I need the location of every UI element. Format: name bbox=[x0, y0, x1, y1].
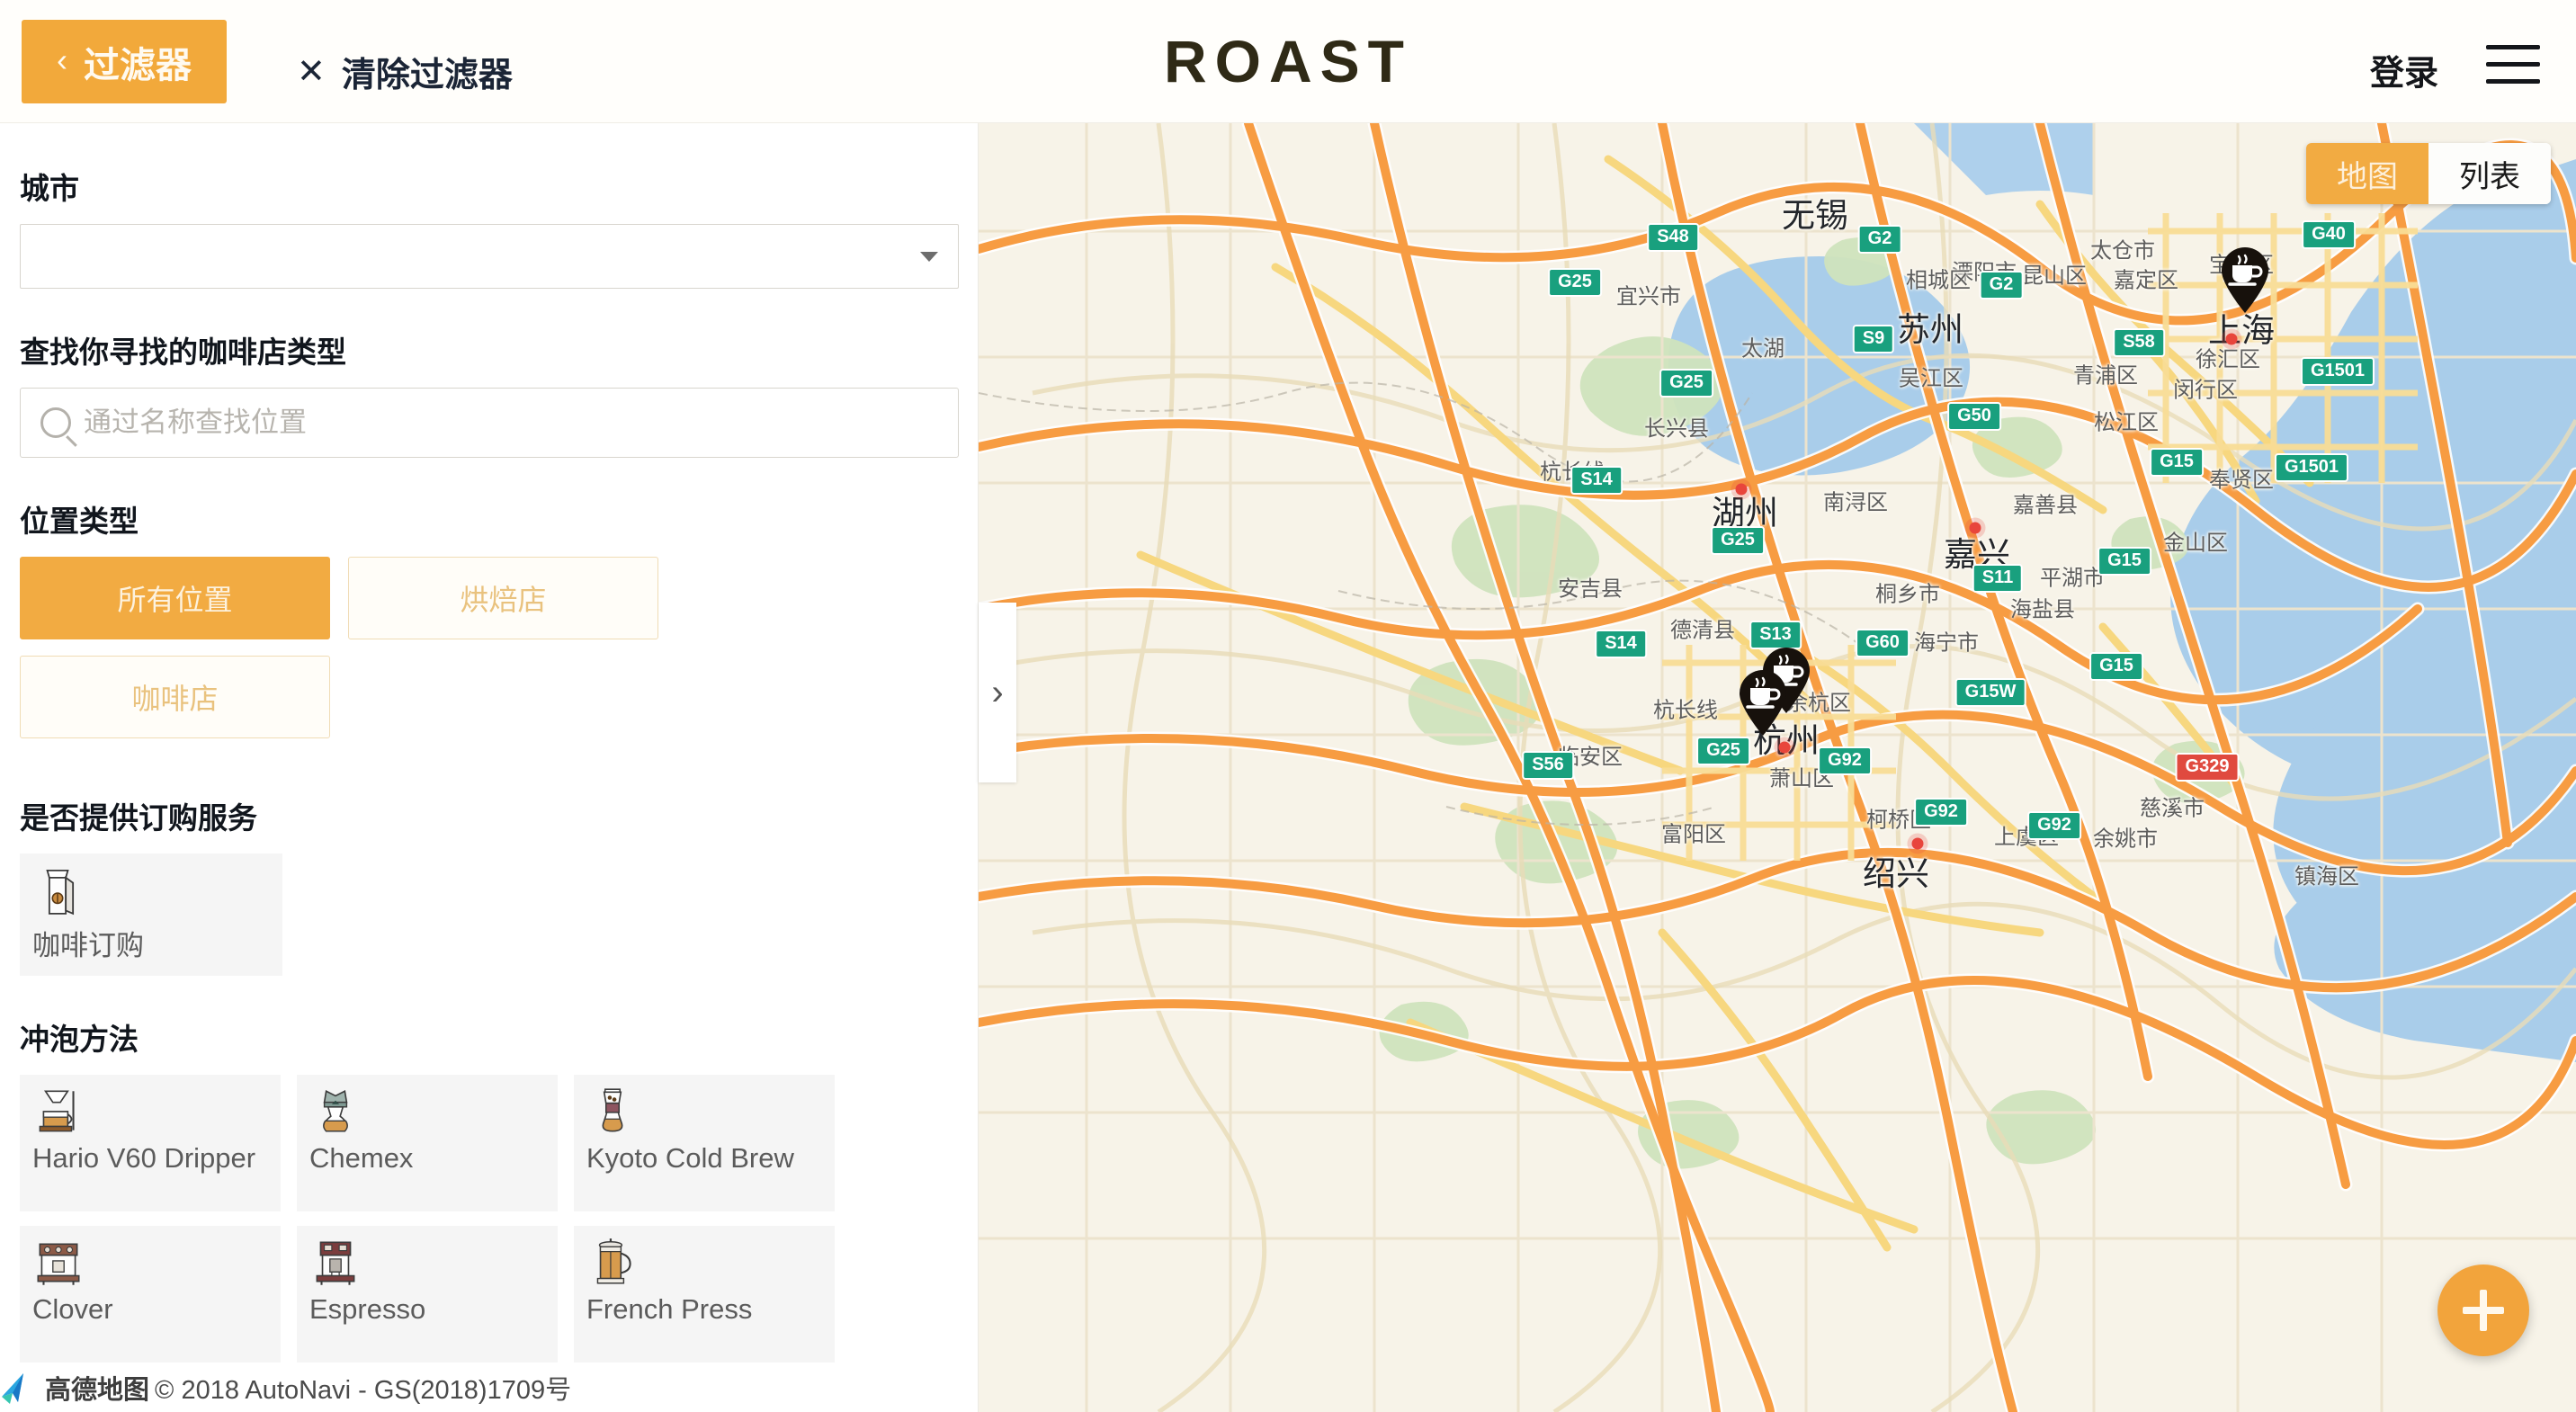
brew-method-label: Chemex bbox=[309, 1141, 414, 1174]
tab-list[interactable]: 列表 bbox=[2428, 143, 2551, 204]
tab-map-label: 地图 bbox=[2337, 159, 2398, 194]
filters-sidebar: 城市 查找你寻找的咖啡店类型 位置类型 所有位置 烘焙店 咖啡店 是否提供订购服… bbox=[0, 123, 979, 1412]
brew-method-kyoto-cold-brew[interactable]: Kyoto Cold Brew bbox=[574, 1074, 835, 1211]
map-marker-coffee[interactable] bbox=[2218, 246, 2272, 314]
search-field-wrapper[interactable] bbox=[20, 388, 959, 458]
subscription-option-coffee[interactable]: 咖啡订购 bbox=[20, 853, 282, 976]
location-type-cafe[interactable]: 咖啡店 bbox=[20, 656, 330, 738]
location-type-roastery-label: 烘焙店 bbox=[460, 584, 547, 616]
brew-method-label: Hario V60 Dripper bbox=[32, 1141, 256, 1174]
chevron-down-icon bbox=[920, 252, 938, 262]
location-type-group: 所有位置 烘焙店 咖啡店 bbox=[20, 557, 959, 755]
espresso-machine-icon bbox=[316, 1241, 355, 1285]
city-select[interactable] bbox=[20, 224, 959, 289]
brand-logo: ROAST bbox=[1164, 28, 1412, 94]
search-icon bbox=[40, 407, 71, 438]
coffee-cup-pin-icon bbox=[2222, 247, 2268, 313]
search-input[interactable] bbox=[84, 407, 893, 439]
brew-methods-label: 冲泡方法 bbox=[20, 1022, 139, 1056]
location-type-roastery[interactable]: 烘焙店 bbox=[348, 557, 658, 639]
login-link[interactable]: 登录 bbox=[2370, 45, 2438, 94]
location-type-all[interactable]: 所有位置 bbox=[20, 557, 330, 639]
subscription-label: 是否提供订购服务 bbox=[20, 801, 257, 835]
map-marker-coffee[interactable] bbox=[1736, 668, 1790, 737]
location-type-all-label: 所有位置 bbox=[117, 584, 233, 616]
french-press-icon bbox=[596, 1238, 631, 1284]
sidebar-expand-handle[interactable]: › bbox=[979, 603, 1016, 782]
map-canvas bbox=[979, 123, 2576, 1412]
map-attribution-brand: 高德地图 bbox=[45, 1376, 150, 1405]
map-view[interactable]: 无锡溧阳市宜兴市相城区昆山区嘉定区宝山区太仓市苏州太湖吴江区青浦区闵行区徐汇区上… bbox=[979, 123, 2576, 1412]
cold-brew-tower-icon bbox=[602, 1088, 623, 1132]
hamburger-bar bbox=[2486, 62, 2540, 67]
map-attribution: 高德地图 © 2018 AutoNavi - GS(2018)1709号 bbox=[0, 1369, 571, 1407]
clover-brewer-icon bbox=[37, 1243, 80, 1285]
v60-dripper-icon bbox=[39, 1090, 75, 1132]
chevron-right-icon: › bbox=[991, 673, 1004, 712]
brew-method-clover[interactable]: Clover bbox=[20, 1225, 281, 1363]
map-attribution-text: © 2018 AutoNavi - GS(2018)1709号 bbox=[155, 1376, 572, 1405]
hamburger-menu-icon[interactable] bbox=[2486, 45, 2540, 85]
city-label: 城市 bbox=[20, 172, 79, 205]
add-location-button[interactable] bbox=[2437, 1265, 2529, 1356]
location-type-label: 位置类型 bbox=[20, 505, 139, 538]
coffee-cup-pin-icon bbox=[1740, 670, 1786, 736]
brew-method-chemex[interactable]: Chemex bbox=[297, 1074, 558, 1211]
subscription-option-label: 咖啡订购 bbox=[32, 930, 144, 961]
brew-method-french-press[interactable]: French Press bbox=[574, 1225, 835, 1363]
map-list-toggle: 地图 列表 bbox=[2306, 143, 2551, 204]
brew-methods-grid: Hario V60 Dripper Chemex Kyoto Cold Brew… bbox=[20, 1074, 959, 1363]
hamburger-bar bbox=[2486, 79, 2540, 84]
coffee-carton-icon bbox=[46, 869, 75, 916]
autonavi-logo-icon bbox=[2, 1373, 23, 1404]
brew-method-label: Kyoto Cold Brew bbox=[586, 1141, 794, 1174]
tab-map[interactable]: 地图 bbox=[2306, 143, 2428, 204]
brew-method-hario-v60[interactable]: Hario V60 Dripper bbox=[20, 1074, 281, 1211]
hamburger-bar bbox=[2486, 45, 2540, 49]
brew-method-espresso[interactable]: Espresso bbox=[297, 1225, 558, 1363]
chemex-icon bbox=[323, 1089, 348, 1132]
app-header: ‹ 过滤器 ✕ 清除过滤器 ROAST 登录 bbox=[0, 0, 2576, 123]
search-label: 查找你寻找的咖啡店类型 bbox=[20, 335, 346, 369]
tab-list-label: 列表 bbox=[2459, 159, 2520, 194]
brew-method-label: French Press bbox=[586, 1292, 753, 1325]
location-type-cafe-label: 咖啡店 bbox=[131, 683, 219, 715]
brew-method-label: Clover bbox=[32, 1292, 113, 1325]
brew-method-label: Espresso bbox=[309, 1292, 426, 1325]
